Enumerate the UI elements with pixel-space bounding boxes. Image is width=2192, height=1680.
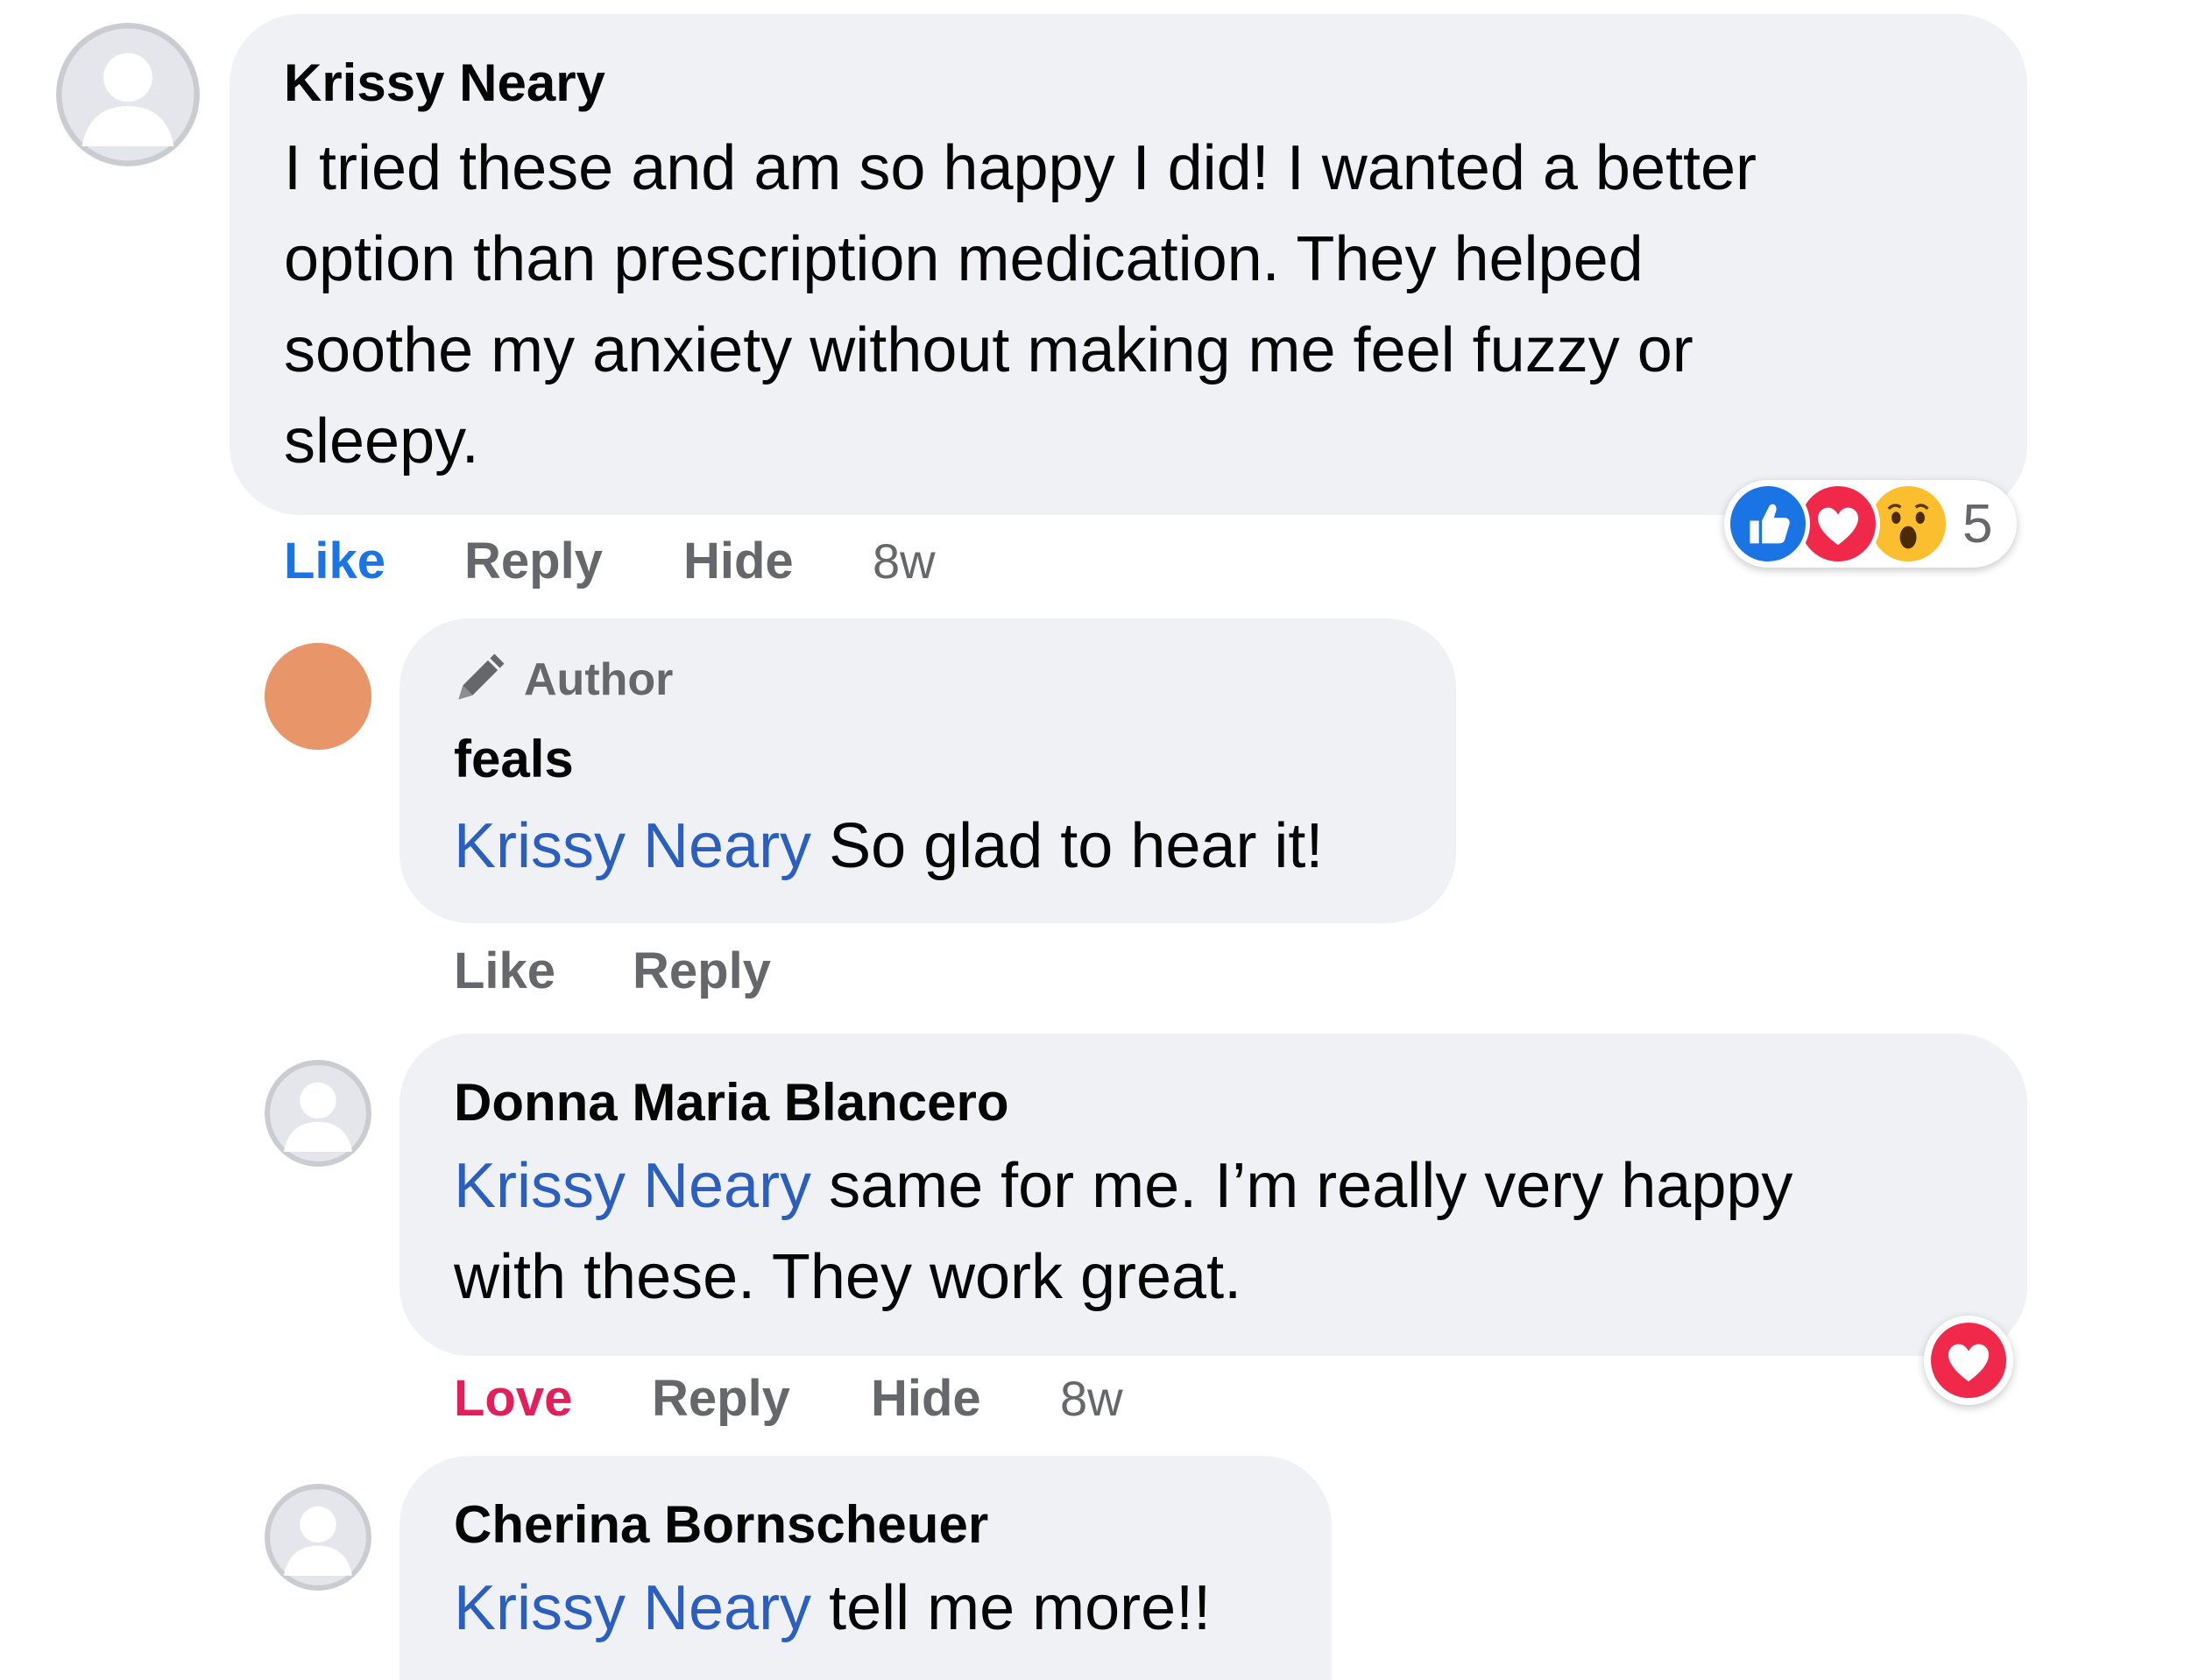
comment-author-name[interactable]: Donna Maria Blancero (454, 1072, 1009, 1133)
reactions-summary[interactable]: 5 (1724, 480, 2017, 568)
default-profile-icon (265, 1060, 371, 1167)
like-button[interactable]: Like (284, 531, 385, 592)
reply-button[interactable]: Reply (633, 941, 771, 1002)
hide-button[interactable]: Hide (871, 1368, 981, 1429)
avatar-donna-maria-blancero[interactable] (265, 1060, 371, 1167)
default-profile-icon (265, 1484, 371, 1591)
comment-author-name[interactable]: Cherina Bornscheuer (454, 1494, 988, 1556)
default-profile-icon (56, 23, 200, 166)
avatar-feals[interactable] (265, 643, 371, 750)
avatar-cherina-bornscheuer[interactable] (265, 1484, 371, 1591)
reactions-summary[interactable] (1924, 1316, 2013, 1405)
comment-text-line: option than prescription medication. The… (284, 224, 1644, 294)
pencil-icon (458, 653, 505, 700)
author-badge-label: Author (524, 654, 674, 705)
like-icon (1726, 482, 1810, 566)
mention-link[interactable]: Krissy Neary (454, 1573, 811, 1643)
comment-author-name[interactable]: Krissy Neary (284, 53, 605, 114)
avatar-krissy-neary[interactable] (56, 23, 200, 166)
hide-button[interactable]: Hide (683, 531, 794, 592)
like-button[interactable]: Like (454, 941, 555, 1002)
comment-author-name[interactable]: feals (454, 729, 574, 790)
love-button[interactable]: Love (454, 1368, 572, 1429)
comment-text-line: soothe my anxiety without making me feel… (284, 315, 1693, 385)
comment-text: Krissy Neary So glad to hear it! (454, 801, 1323, 892)
comment-text-line: Krissy Neary same for me. I’m really ver… (454, 1140, 1792, 1232)
comment-timestamp[interactable]: 8w (873, 531, 936, 592)
comment-text-content: same for me. I’m really very happy (811, 1151, 1793, 1221)
comment-text-content: tell me more!! (811, 1573, 1212, 1643)
comment-text-line: sleepy. (284, 406, 479, 476)
comment-text-content: So glad to hear it! (811, 811, 1324, 881)
reaction-count: 5 (1962, 494, 1993, 554)
comment-text: Krissy Neary tell me more!! (454, 1563, 1211, 1654)
comment-timestamp[interactable]: 8w (1060, 1368, 1123, 1429)
mention-link[interactable]: Krissy Neary (454, 1151, 811, 1221)
comment-text-line: I tried these and am so happy I did! I w… (284, 133, 1757, 203)
comment-text-line: with these. They work great. (454, 1242, 1242, 1312)
reply-button[interactable]: Reply (652, 1368, 790, 1429)
love-icon (1927, 1318, 2011, 1402)
reply-button[interactable]: Reply (464, 531, 603, 592)
mention-link[interactable]: Krissy Neary (454, 811, 811, 881)
